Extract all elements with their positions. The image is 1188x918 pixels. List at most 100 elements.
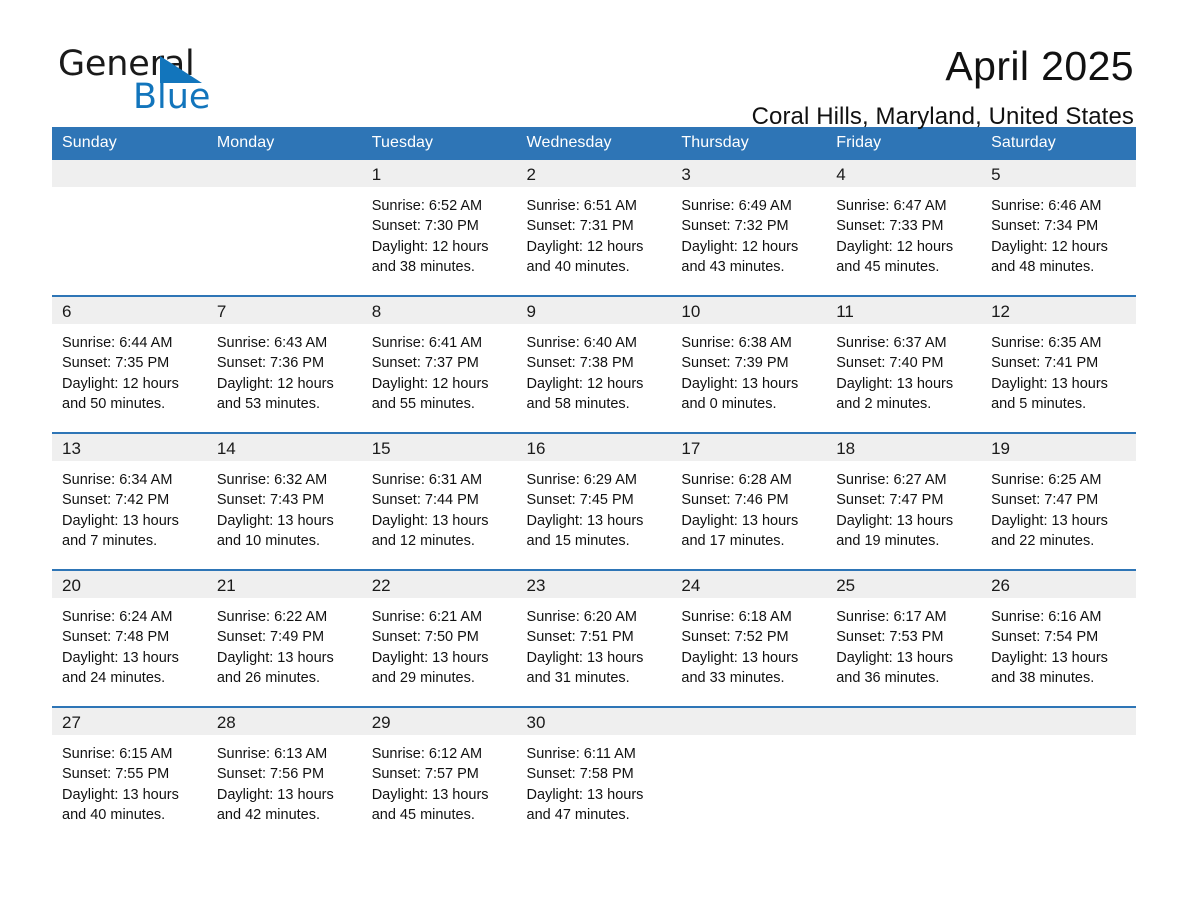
calendar-day-cell[interactable]: 15 Sunrise: 6:31 AM Sunset: 7:44 PM Dayligh… <box>361 432 517 570</box>
calendar-day-cell[interactable]: 3 Sunrise: 6:49 AM Sunset: 7:32 PM Daylight… <box>671 160 827 296</box>
day-detail-line: Daylight: 13 hours <box>216 649 334 666</box>
calendar-day-cell[interactable]: 22 Sunrise: 6:21 AM Sunset: 7:50 PM Dayligh… <box>361 569 517 707</box>
calendar-day-cell[interactable]: 2 Sunrise: 6:51 AM Sunset: 7:31 PM Daylight… <box>516 160 672 296</box>
day-detail-line: Daylight: 13 hours <box>371 512 489 529</box>
calendar-day-cell[interactable]: 5 Sunrise: 6:46 AM Sunset: 7:34 PM Daylight… <box>981 160 1136 296</box>
day-details: Sunrise: 6:24 AM Sunset: 7:48 PM Daylight:… <box>52 598 207 706</box>
generalblue-logo[interactable]: General Blue <box>58 46 278 118</box>
day-detail-line: Daylight: 13 hours <box>371 786 489 803</box>
day-detail-line: Sunset: 7:39 PM <box>681 355 789 372</box>
calendar-day-cell[interactable]: 10 Sunrise: 6:38 AM Sunset: 7:39 PM Dayligh… <box>671 295 827 433</box>
day-detail-line: and 47 minutes. <box>526 806 630 823</box>
calendar-day-cell[interactable]: 1 Sunrise: 6:52 AM Sunset: 7:30 PM Daylight… <box>361 160 517 296</box>
day-detail-line: Daylight: 13 hours <box>62 649 179 666</box>
day-detail-line: and 38 minutes. <box>991 669 1095 686</box>
calendar-day-cell[interactable]: 29 Sunrise: 6:12 AM Sunset: 7:57 PM Dayligh… <box>361 705 517 842</box>
day-number: 30 <box>516 708 672 735</box>
day-details <box>52 187 207 295</box>
calendar-day-cell[interactable]: 24 Sunrise: 6:18 AM Sunset: 7:52 PM Dayligh… <box>671 569 827 707</box>
calendar-day-cell[interactable]: 14 Sunrise: 6:32 AM Sunset: 7:43 PM Dayligh… <box>206 432 362 570</box>
day-detail-line: Daylight: 12 hours <box>371 238 489 255</box>
day-detail-line: Daylight: 13 hours <box>991 649 1108 666</box>
day-detail-line: Sunrise: 6:28 AM <box>681 472 792 488</box>
calendar-day-cell[interactable]: 8 Sunrise: 6:41 AM Sunset: 7:37 PM Daylight… <box>361 295 517 433</box>
day-detail-line: Sunset: 7:55 PM <box>62 766 170 783</box>
calendar-day-cell[interactable]: 19 Sunrise: 6:25 AM Sunset: 7:47 PM Dayligh… <box>981 432 1136 570</box>
calendar-day-cell[interactable]: 30 Sunrise: 6:11 AM Sunset: 7:58 PM Dayligh… <box>516 705 672 842</box>
day-detail-line: Daylight: 13 hours <box>62 786 179 803</box>
calendar-day-cell[interactable]: 21 Sunrise: 6:22 AM Sunset: 7:49 PM Dayligh… <box>206 569 362 707</box>
day-detail-line: Sunrise: 6:21 AM <box>371 609 483 625</box>
calendar-day-cell[interactable]: 13 Sunrise: 6:34 AM Sunset: 7:42 PM Dayligh… <box>52 432 207 570</box>
day-detail-line: and 26 minutes. <box>216 669 321 686</box>
calendar-day-cell[interactable]: 26 Sunrise: 6:16 AM Sunset: 7:54 PM Dayligh… <box>981 569 1136 707</box>
day-details: Sunrise: 6:35 AM Sunset: 7:41 PM Daylight:… <box>981 324 1136 432</box>
day-detail-line: Sunrise: 6:17 AM <box>836 609 947 625</box>
day-detail-line: and 24 minutes. <box>62 669 166 686</box>
calendar-day-cell[interactable]: 27 Sunrise: 6:15 AM Sunset: 7:55 PM Dayligh… <box>52 705 207 842</box>
calendar-week-row: 27 Sunrise: 6:15 AM Sunset: 7:55 PM Dayligh… <box>52 705 1136 842</box>
day-number: 10 <box>671 297 827 324</box>
day-details: Sunrise: 6:22 AM Sunset: 7:49 PM Daylight:… <box>207 598 362 706</box>
calendar-day-cell[interactable]: 25 Sunrise: 6:17 AM Sunset: 7:53 PM Dayligh… <box>826 569 982 707</box>
day-detail-line: Sunset: 7:35 PM <box>62 355 170 372</box>
day-detail-line: Daylight: 13 hours <box>991 512 1108 529</box>
day-details: Sunrise: 6:34 AM Sunset: 7:42 PM Daylight:… <box>52 461 207 569</box>
day-detail-line: Sunrise: 6:51 AM <box>526 198 637 214</box>
calendar-week-row: 6 Sunrise: 6:44 AM Sunset: 7:35 PM Daylight… <box>52 295 1136 433</box>
day-detail-line: Daylight: 13 hours <box>526 512 644 529</box>
day-details <box>981 735 1136 839</box>
day-detail-line: Sunset: 7:50 PM <box>371 629 479 646</box>
day-details: Sunrise: 6:52 AM Sunset: 7:30 PM Daylight:… <box>362 187 517 295</box>
day-details: Sunrise: 6:46 AM Sunset: 7:34 PM Daylight:… <box>981 187 1136 295</box>
calendar-day-cell[interactable]: 20 Sunrise: 6:24 AM Sunset: 7:48 PM Dayligh… <box>52 569 207 707</box>
calendar-day-cell[interactable]: 23 Sunrise: 6:20 AM Sunset: 7:51 PM Dayligh… <box>516 569 672 707</box>
day-detail-line: Sunset: 7:45 PM <box>526 492 634 509</box>
day-detail-line: Daylight: 12 hours <box>681 238 799 255</box>
day-detail-line: Sunset: 7:32 PM <box>681 218 789 235</box>
calendar-day-cell-empty <box>671 705 827 842</box>
calendar-day-cell[interactable]: 11 Sunrise: 6:37 AM Sunset: 7:40 PM Dayligh… <box>826 295 982 433</box>
calendar-week-row: 13 Sunrise: 6:34 AM Sunset: 7:42 PM Dayligh… <box>52 432 1136 570</box>
day-detail-line: and 55 minutes. <box>371 395 475 412</box>
calendar-day-cell[interactable]: 12 Sunrise: 6:35 AM Sunset: 7:41 PM Dayligh… <box>981 295 1136 433</box>
day-detail-line: and 53 minutes. <box>216 395 321 412</box>
day-detail-line: Sunset: 7:34 PM <box>991 218 1099 235</box>
day-detail-line: Sunrise: 6:34 AM <box>62 472 173 488</box>
day-detail-line: and 29 minutes. <box>371 669 475 686</box>
calendar-day-cell[interactable]: 28 Sunrise: 6:13 AM Sunset: 7:56 PM Dayligh… <box>206 705 362 842</box>
day-number: 13 <box>52 434 207 461</box>
day-details: Sunrise: 6:15 AM Sunset: 7:55 PM Daylight:… <box>52 735 207 841</box>
day-detail-line: and 0 minutes. <box>681 395 777 412</box>
day-number: 11 <box>826 297 982 324</box>
calendar-day-cell[interactable]: 7 Sunrise: 6:43 AM Sunset: 7:36 PM Daylight… <box>206 295 362 433</box>
calendar-day-cell[interactable]: 9 Sunrise: 6:40 AM Sunset: 7:38 PM Daylight… <box>516 295 672 433</box>
day-number: 7 <box>206 297 362 324</box>
day-detail-line: Sunset: 7:38 PM <box>526 355 634 372</box>
day-details: Sunrise: 6:27 AM Sunset: 7:47 PM Daylight:… <box>826 461 981 569</box>
day-details: Sunrise: 6:13 AM Sunset: 7:56 PM Daylight:… <box>207 735 362 841</box>
day-detail-line: and 10 minutes. <box>216 532 321 549</box>
calendar-day-cell[interactable]: 18 Sunrise: 6:27 AM Sunset: 7:47 PM Dayligh… <box>826 432 982 570</box>
day-details: Sunrise: 6:20 AM Sunset: 7:51 PM Daylight:… <box>517 598 672 706</box>
day-detail-line: Daylight: 13 hours <box>681 375 799 392</box>
calendar-day-cell[interactable]: 17 Sunrise: 6:28 AM Sunset: 7:46 PM Dayligh… <box>671 432 827 570</box>
calendar-day-cell[interactable]: 6 Sunrise: 6:44 AM Sunset: 7:35 PM Daylight… <box>52 295 207 433</box>
calendar-day-cell[interactable]: 16 Sunrise: 6:29 AM Sunset: 7:45 PM Dayligh… <box>516 432 672 570</box>
day-details: Sunrise: 6:18 AM Sunset: 7:52 PM Daylight:… <box>671 598 826 706</box>
day-details: Sunrise: 6:40 AM Sunset: 7:38 PM Daylight:… <box>517 324 672 432</box>
day-details: Sunrise: 6:41 AM Sunset: 7:37 PM Daylight:… <box>362 324 517 432</box>
day-detail-line: and 12 minutes. <box>371 532 475 549</box>
day-detail-line: Daylight: 13 hours <box>216 786 334 803</box>
calendar-day-cell[interactable]: 4 Sunrise: 6:47 AM Sunset: 7:33 PM Daylight… <box>826 160 982 296</box>
day-detail-line: Sunrise: 6:44 AM <box>62 335 173 351</box>
day-details <box>826 735 981 839</box>
day-detail-line: Sunrise: 6:52 AM <box>371 198 483 214</box>
day-detail-line: Daylight: 13 hours <box>216 512 334 529</box>
day-details: Sunrise: 6:47 AM Sunset: 7:33 PM Daylight:… <box>826 187 981 295</box>
day-detail-line: and 42 minutes. <box>216 806 321 823</box>
day-details <box>671 735 826 839</box>
day-detail-line: Daylight: 12 hours <box>371 375 489 392</box>
day-details: Sunrise: 6:12 AM Sunset: 7:57 PM Daylight:… <box>362 735 517 841</box>
calendar-week-row: 20 Sunrise: 6:24 AM Sunset: 7:48 PM Dayligh… <box>52 569 1136 707</box>
